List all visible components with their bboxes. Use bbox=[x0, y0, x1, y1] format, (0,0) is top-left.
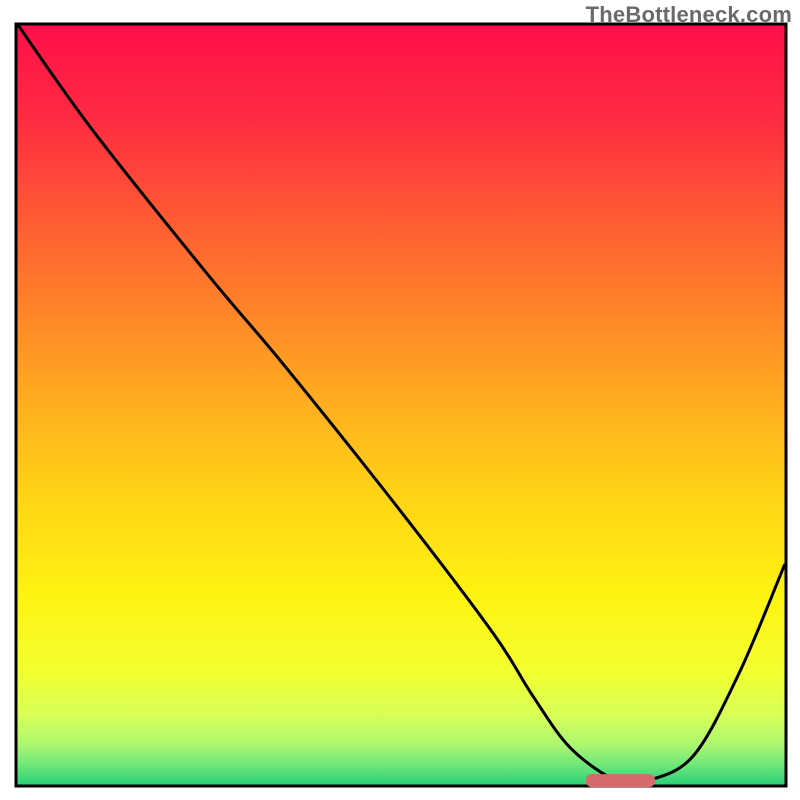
chart-svg bbox=[0, 0, 800, 800]
plot-background bbox=[16, 24, 786, 786]
highlight-marker bbox=[586, 774, 655, 787]
chart-container: TheBottleneck.com bbox=[0, 0, 800, 800]
watermark-text: TheBottleneck.com bbox=[586, 2, 792, 28]
